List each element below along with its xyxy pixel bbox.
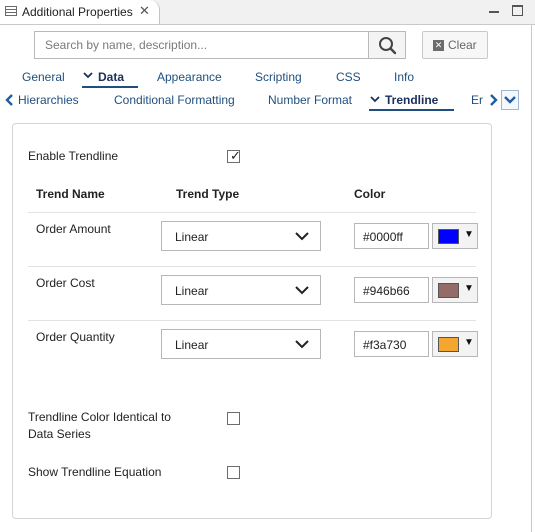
color-swatch: [438, 229, 459, 244]
enable-trendline-label: Enable Trendline: [28, 149, 119, 163]
tab-appearance[interactable]: Appearance: [157, 70, 222, 84]
clear-button[interactable]: ✕ Clear: [422, 31, 488, 59]
chevron-right-icon: [490, 94, 498, 106]
trend-name-order-amount: Order Amount: [36, 222, 111, 236]
tab-overflow-partial[interactable]: Er: [471, 93, 483, 107]
color-hex-input-order-amount[interactable]: #0000ff: [354, 223, 429, 249]
color-hex-value: #946b66: [363, 284, 410, 298]
column-header-trend-name: Trend Name: [36, 187, 105, 201]
identical-color-label-line1: Trendline Color Identical to: [28, 410, 171, 424]
maximize-icon[interactable]: [512, 5, 523, 16]
color-hex-input-order-cost[interactable]: #946b66: [354, 277, 429, 303]
scroll-tabs-left-button[interactable]: [2, 90, 18, 110]
dropdown-arrow-icon: ▼: [464, 229, 474, 240]
tab-data-underline: [82, 86, 138, 88]
chevron-down-icon: [295, 232, 309, 241]
tab-css[interactable]: CSS: [336, 70, 361, 84]
row-divider: [28, 212, 476, 213]
chevron-down-icon: [83, 71, 93, 82]
column-header-trend-type: Trend Type: [176, 187, 240, 201]
color-hex-input-order-quantity[interactable]: #f3a730: [354, 331, 429, 357]
tab-general[interactable]: General: [22, 70, 65, 84]
search-input[interactable]: [34, 31, 368, 59]
checkmark-icon: ✓: [230, 148, 241, 163]
trend-name-order-quantity: Order Quantity: [36, 330, 115, 344]
trend-type-value: Linear: [175, 230, 209, 244]
clear-button-label: Clear: [448, 38, 477, 52]
properties-view-icon: [5, 6, 17, 16]
close-icon[interactable]: ✕: [139, 3, 150, 19]
dropdown-arrow-icon: ▼: [464, 337, 474, 348]
row-divider: [28, 266, 476, 267]
chevron-down-icon: [370, 95, 380, 106]
enable-trendline-checkbox[interactable]: ✓: [227, 148, 241, 163]
show-equation-label: Show Trendline Equation: [28, 465, 162, 479]
search-button[interactable]: [368, 31, 406, 59]
trend-type-value: Linear: [175, 338, 209, 352]
view-tab[interactable]: Additional Properties ✕: [0, 0, 160, 24]
tab-overflow-menu-button[interactable]: [501, 90, 519, 110]
trendline-panel: [12, 123, 492, 519]
tab-hierarchies[interactable]: Hierarchies: [18, 93, 79, 107]
color-hex-value: #0000ff: [363, 230, 403, 244]
dropdown-arrow-icon: ▼: [464, 283, 474, 294]
color-picker-button-order-quantity[interactable]: ▼: [432, 331, 478, 357]
tab-info[interactable]: Info: [394, 70, 414, 84]
column-header-color: Color: [354, 187, 386, 201]
chevron-down-icon: [504, 96, 516, 104]
trend-type-value: Linear: [175, 284, 209, 298]
show-equation-checkbox[interactable]: [227, 466, 240, 479]
chevron-down-icon: [295, 286, 309, 295]
row-divider: [28, 320, 476, 321]
color-picker-button-order-cost[interactable]: ▼: [432, 277, 478, 303]
tab-data[interactable]: Data: [98, 70, 124, 84]
tab-trendline-underline: [369, 109, 454, 111]
tab-conditional-formatting[interactable]: Conditional Formatting: [114, 93, 235, 107]
view-title: Additional Properties: [22, 5, 133, 19]
clear-x-icon: ✕: [433, 40, 444, 51]
color-swatch: [438, 283, 459, 298]
minimize-icon[interactable]: [489, 11, 499, 13]
color-swatch: [438, 337, 459, 352]
chevron-down-icon: [295, 340, 309, 349]
identical-color-label-line2: Data Series: [28, 427, 91, 441]
trend-type-select-order-amount[interactable]: Linear: [161, 221, 321, 251]
chevron-left-icon: [5, 94, 13, 106]
scroll-tabs-right-button[interactable]: [485, 90, 501, 110]
tab-trendline[interactable]: Trendline: [385, 93, 438, 107]
tab-number-format[interactable]: Number Format: [268, 93, 352, 107]
trend-type-select-order-cost[interactable]: Linear: [161, 275, 321, 305]
identical-color-checkbox[interactable]: [227, 412, 240, 425]
view-right-border: [531, 25, 535, 532]
tab-scripting[interactable]: Scripting: [255, 70, 302, 84]
color-picker-button-order-amount[interactable]: ▼: [432, 223, 478, 249]
color-hex-value: #f3a730: [363, 338, 407, 352]
search-icon: [379, 37, 397, 55]
trend-type-select-order-quantity[interactable]: Linear: [161, 329, 321, 359]
trend-name-order-cost: Order Cost: [36, 276, 95, 290]
